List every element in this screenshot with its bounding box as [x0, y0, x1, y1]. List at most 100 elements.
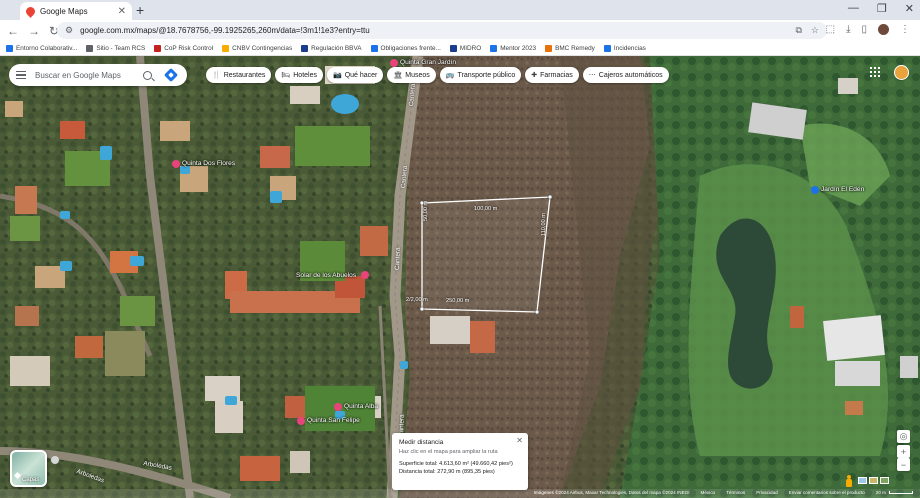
- thumbnail[interactable]: [880, 477, 889, 484]
- scale-indicator[interactable]: 20 m: [876, 490, 913, 495]
- bookmark-item[interactable]: CoP Risk Control: [154, 44, 214, 52]
- close-tab-icon[interactable]: ✕: [118, 6, 126, 17]
- profile-avatar[interactable]: [878, 24, 889, 35]
- bookmark-favicon-icon: [490, 44, 498, 52]
- map-canvas[interactable]: 100,00 m 50,00 m 110,00 m 250,00 m 2/2,0…: [0, 56, 920, 498]
- bookmark-favicon-icon: [154, 44, 162, 52]
- url-text[interactable]: google.com.mx/maps/@18.7678756,-99.19252…: [80, 26, 795, 35]
- chip-hoteles[interactable]: 🛏 Hoteles: [275, 67, 323, 83]
- search-input[interactable]: [35, 70, 135, 80]
- bookmark-item[interactable]: Sitio - Team RCS: [86, 44, 145, 52]
- total-distance: Distancia total: 272,90 m (895,35 pies): [399, 469, 495, 475]
- zoom-in-button[interactable]: +: [897, 445, 910, 458]
- place-label-quinta-alba[interactable]: Quinta Alba: [344, 403, 378, 410]
- address-bar[interactable]: ⚙ google.com.mx/maps/@18.7678756,-99.192…: [57, 22, 827, 39]
- layers-label: Capas: [22, 477, 40, 483]
- directions-icon[interactable]: [163, 67, 179, 83]
- layers-button[interactable]: Capas: [10, 450, 47, 487]
- download-icon[interactable]: ⤓: [846, 24, 850, 35]
- bookmark-item[interactable]: Incidencias: [603, 44, 646, 52]
- place-pin-icon[interactable]: [334, 403, 342, 411]
- bookmark-favicon-icon: [222, 44, 230, 52]
- imagery-thumbnails[interactable]: [858, 477, 889, 484]
- chip-cajeros-automaticos[interactable]: ⋯ Cajeros automáticos: [582, 67, 669, 83]
- chip-transporte-publico[interactable]: 🚌 Transporte público: [439, 67, 522, 83]
- back-arrow-icon[interactable]: ←: [7, 24, 19, 38]
- tab-google-maps[interactable]: Google Maps ✕: [20, 2, 132, 20]
- chip-label: Transporte público: [457, 71, 516, 79]
- street-view-pegman-icon[interactable]: [845, 475, 853, 488]
- chip-icon: 🍴: [212, 72, 221, 79]
- place-pin-icon[interactable]: [297, 417, 305, 425]
- link-terminos[interactable]: Términos: [726, 490, 745, 495]
- total-area: Superficie total: 4.613,60 m² (49.660,42…: [399, 461, 513, 467]
- imagery-credit: Imágenes ©2024 Airbus, Maxar Technologie…: [533, 490, 690, 495]
- bookmark-item[interactable]: Obligaciones frente...: [370, 44, 441, 52]
- close-icon[interactable]: ✕: [516, 436, 523, 445]
- browser-toolbar: ← → ↻ ⚙ google.com.mx/maps/@18.7678756,-…: [0, 20, 920, 41]
- chip-que-hacer[interactable]: 📷 Qué hacer: [326, 67, 384, 83]
- bookmarks-bar: Entorno Colaborativ... Sitio - Team RCS Co…: [0, 41, 920, 56]
- new-tab-button[interactable]: +: [136, 2, 144, 18]
- satellite-imagery[interactable]: [0, 56, 920, 498]
- place-pin-icon[interactable]: [172, 160, 180, 168]
- thumbnail[interactable]: [858, 477, 867, 484]
- menu-icon[interactable]: [16, 71, 26, 79]
- close-window-button[interactable]: ✕: [905, 2, 914, 15]
- install-app-icon[interactable]: ⧉: [795, 25, 801, 36]
- place-label-jardin-eden[interactable]: Jardín El Edén: [821, 186, 864, 193]
- maximize-button[interactable]: ❐: [877, 2, 887, 15]
- zoom-out-button[interactable]: −: [897, 458, 910, 471]
- google-apps-icon[interactable]: [870, 67, 880, 77]
- my-location-icon[interactable]: ◎: [897, 430, 910, 443]
- chip-museos[interactable]: 🏛 Museos: [387, 67, 436, 83]
- place-label-quinta-dos-flores[interactable]: Quinta Dos Flores: [182, 160, 235, 167]
- bookmark-item[interactable]: BMC Remedy: [545, 44, 595, 52]
- chip-farmacias[interactable]: ✚ Farmacias: [525, 67, 579, 83]
- chip-label: Hoteles: [293, 71, 317, 79]
- layers-icon: [13, 471, 22, 480]
- minimize-button[interactable]: —: [848, 2, 859, 15]
- bookmark-favicon-icon: [370, 44, 378, 52]
- bookmark-label: CoP Risk Control: [164, 44, 214, 52]
- chip-icon: ✚: [531, 72, 538, 79]
- search-icon[interactable]: [143, 70, 152, 80]
- bookmark-item[interactable]: MIDRO: [449, 44, 481, 52]
- place-label-solar-abuelos[interactable]: Solar de los Abuelos: [296, 272, 356, 279]
- site-info-icon[interactable]: ⚙: [65, 25, 73, 36]
- place-pin-icon[interactable]: [361, 271, 369, 279]
- browser-menu-icon[interactable]: ⋮: [900, 24, 910, 35]
- bookmark-favicon-icon: [603, 44, 611, 52]
- forward-arrow-icon[interactable]: →: [28, 24, 40, 38]
- chip-label: Farmacias: [540, 71, 573, 79]
- thumbnail[interactable]: [869, 477, 878, 484]
- place-label-quinta-san-felipe[interactable]: Quinta San Felipe: [307, 417, 360, 424]
- bookmark-star-icon[interactable]: ☆: [811, 25, 819, 36]
- extensions-icon[interactable]: ⬚: [826, 24, 835, 35]
- side-panel-icon[interactable]: ▯: [861, 24, 867, 35]
- link-privacidad[interactable]: Privacidad: [756, 490, 777, 495]
- link-enviar-comentarios[interactable]: Enviar comentarios sobre el producto: [789, 490, 865, 495]
- bookmark-item[interactable]: Mentor 2023: [490, 44, 536, 52]
- bookmark-item[interactable]: Regulación BBVA: [301, 44, 362, 52]
- chip-icon: ⋯: [588, 72, 596, 79]
- bookmark-item[interactable]: CNBV Contingencias: [222, 44, 293, 52]
- bookmark-favicon-icon: [86, 44, 94, 52]
- segment-label-corner: 2/2,00 m: [406, 297, 428, 303]
- link-mexico[interactable]: México: [701, 490, 716, 495]
- place-pin-icon[interactable]: [390, 59, 398, 67]
- account-avatar[interactable]: [894, 65, 909, 80]
- measure-hint: Haz clic en el mapa para ampliar la ruta: [399, 449, 498, 455]
- place-label-quinta-gran-jardin[interactable]: Quinta Gran Jardín: [400, 59, 456, 66]
- chip-restaurantes[interactable]: 🍴 Restaurantes: [206, 67, 272, 83]
- bookmark-item[interactable]: Entorno Colaborativ...: [6, 44, 77, 52]
- bookmark-label: CNBV Contingencias: [232, 44, 293, 52]
- chip-label: Qué hacer: [344, 71, 378, 79]
- chip-icon: 📷: [332, 72, 342, 79]
- place-pin-icon[interactable]: [811, 186, 819, 194]
- layer-option-thumbnail[interactable]: [51, 456, 59, 464]
- search-box: [9, 64, 187, 86]
- bookmark-label: BMC Remedy: [555, 44, 595, 52]
- scale-bar: [889, 491, 913, 495]
- bookmark-favicon-icon: [6, 44, 13, 52]
